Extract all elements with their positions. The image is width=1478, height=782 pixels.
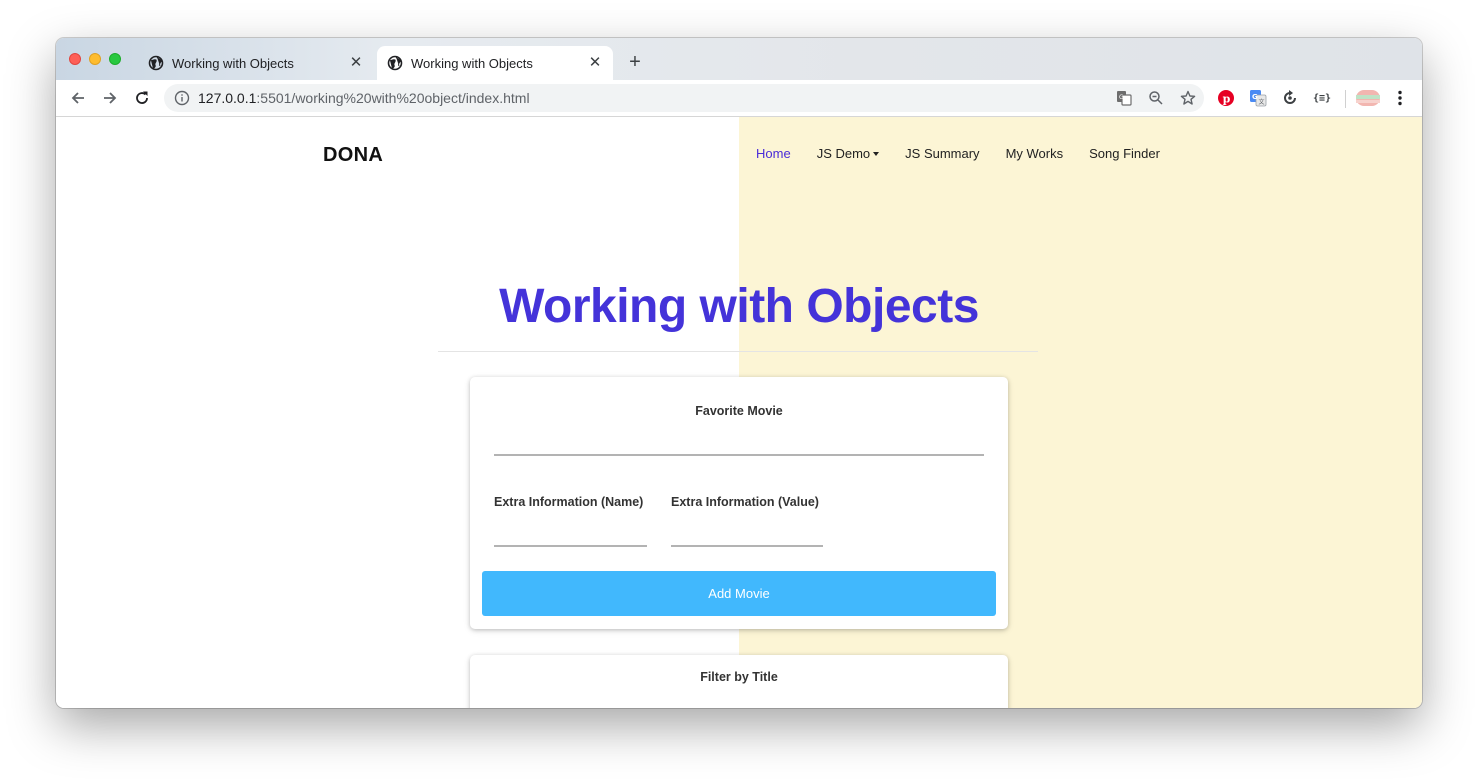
nav-link-song-finder[interactable]: Song Finder (1089, 146, 1160, 161)
address-bar[interactable]: 127.0.0.1:5501/working%20with%20object/i… (164, 84, 1204, 112)
globe-icon (148, 55, 164, 71)
page-title: Working with Objects (499, 280, 979, 333)
page-viewport: DONA Home JS Demo JS Summary My Works So… (56, 117, 1422, 708)
reload-button[interactable] (130, 86, 154, 110)
add-movie-card: Favorite Movie Extra Information (Name) … (470, 377, 1008, 629)
arrow-left-icon (71, 92, 84, 104)
forward-button[interactable] (98, 86, 122, 110)
minimize-window-button[interactable] (89, 53, 101, 65)
new-tab-button[interactable]: + (624, 51, 646, 73)
browser-tab-active[interactable]: Working with Objects ✕ (377, 46, 613, 80)
nav-link-label: JS Demo (816, 146, 871, 161)
close-tab-icon[interactable]: ✕ (587, 55, 603, 71)
caret-down-icon (873, 152, 880, 156)
omnibox-actions: G (1114, 88, 1198, 108)
zoom-out-icon[interactable] (1146, 88, 1166, 108)
svg-text:G: G (1119, 94, 1124, 101)
arrow-right-icon (104, 92, 117, 104)
json-viewer-icon[interactable]: {≡} (1312, 88, 1332, 108)
nav-link-my-works[interactable]: My Works (1006, 146, 1064, 161)
nav-link-js-summary[interactable]: JS Summary (905, 146, 979, 161)
info-icon[interactable] (174, 90, 190, 106)
svg-text:p: p (1223, 93, 1231, 106)
extra-value-label: Extra Information (Value) (671, 495, 819, 509)
url-host: 127.0.0.1 (198, 90, 257, 106)
brand-logo[interactable]: DONA (323, 144, 383, 167)
profile-avatar-icon[interactable] (1356, 88, 1380, 108)
close-tab-icon[interactable]: ✕ (348, 55, 364, 71)
translate-icon[interactable]: G (1114, 88, 1134, 108)
url-text: 127.0.0.1:5501/working%20with%20object/i… (198, 90, 530, 106)
nav-link-js-demo[interactable]: JS Demo (816, 146, 880, 161)
tab-strip: Working with Objects ✕ Working with Obje… (56, 38, 1422, 80)
back-button[interactable] (66, 86, 90, 110)
maximize-window-button[interactable] (109, 53, 121, 65)
url-path: :5501/working%20with%20object/index.html (256, 90, 530, 106)
toolbar-divider (1345, 90, 1346, 108)
extra-value-input[interactable] (671, 545, 823, 547)
tab-title: Working with Objects (172, 55, 294, 71)
filter-card: Filter by Title (470, 655, 1008, 708)
favorite-movie-label: Favorite Movie (695, 404, 783, 418)
close-window-button[interactable] (69, 53, 81, 65)
favorite-movie-input[interactable] (494, 454, 984, 456)
browser-toolbar: 127.0.0.1:5501/working%20with%20object/i… (56, 80, 1422, 117)
add-movie-button[interactable]: Add Movie (482, 571, 996, 616)
browser-tab[interactable]: Working with Objects ✕ (138, 46, 374, 80)
svg-text:文: 文 (1259, 98, 1265, 106)
reload-icon (136, 91, 148, 104)
browser-window: Working with Objects ✕ Working with Obje… (56, 38, 1422, 708)
tab-title: Working with Objects (411, 55, 533, 71)
extra-name-label: Extra Information (Name) (494, 495, 644, 509)
title-divider (438, 351, 1038, 352)
nav-link-home[interactable]: Home (756, 146, 791, 161)
kebab-menu-icon[interactable] (1390, 88, 1410, 108)
globe-icon (387, 55, 403, 71)
pinterest-icon[interactable]: p (1216, 88, 1236, 108)
sync-icon[interactable] (1280, 88, 1300, 108)
main-nav: Home JS Demo JS Summary My Works Song Fi… (756, 146, 1186, 161)
extra-name-input[interactable] (494, 545, 647, 547)
svg-text:G: G (1252, 93, 1258, 101)
filter-by-title-label: Filter by Title (700, 670, 778, 684)
google-translate-icon[interactable]: G文 (1248, 88, 1268, 108)
star-icon[interactable] (1178, 88, 1198, 108)
